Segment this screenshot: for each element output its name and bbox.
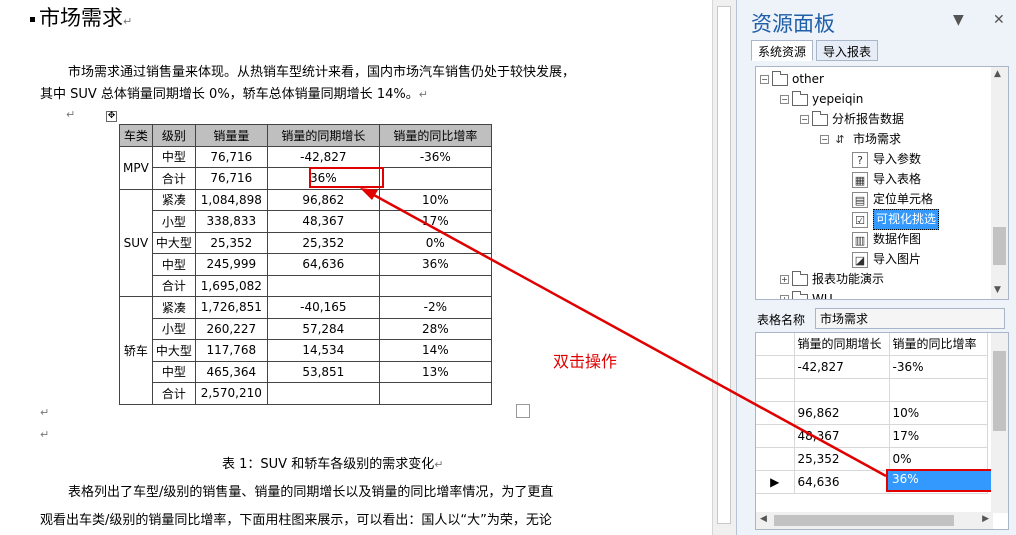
arrow-head-icon (360, 188, 378, 200)
annotation-arrow (360, 188, 887, 478)
arrow-line (371, 192, 887, 478)
